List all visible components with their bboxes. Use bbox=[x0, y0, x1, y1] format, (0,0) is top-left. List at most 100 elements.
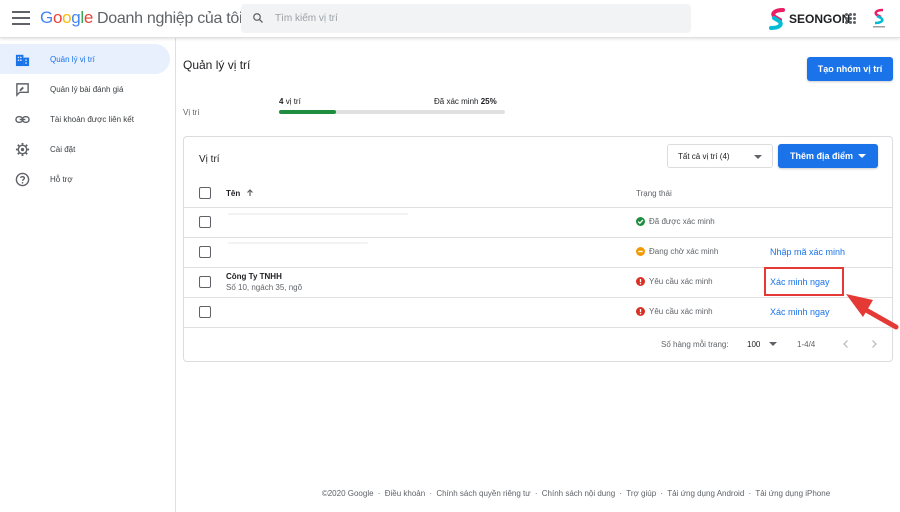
sidebar-item-label: Hỗ trợ bbox=[50, 174, 73, 184]
footer-link-iphone-app[interactable]: Tải ứng dụng iPhone bbox=[755, 489, 830, 498]
footer-separator: · bbox=[748, 489, 752, 498]
add-location-button[interactable]: Thêm địa điểm bbox=[778, 144, 878, 168]
status-label: Đang chờ xác minh bbox=[649, 247, 719, 256]
footer-link-privacy[interactable]: Chính sách quyền riêng tư bbox=[436, 489, 530, 498]
row-checkbox[interactable] bbox=[199, 306, 211, 318]
divider bbox=[184, 297, 892, 298]
search-input[interactable] bbox=[275, 10, 675, 27]
divider bbox=[184, 327, 892, 328]
status-label: Đã được xác minh bbox=[649, 217, 715, 226]
create-location-group-button[interactable]: Tạo nhóm vị trí bbox=[807, 57, 893, 81]
status-verified: Đã được xác minh bbox=[636, 217, 715, 226]
search-bar bbox=[241, 4, 691, 33]
page-title: Quản lý vị trí bbox=[183, 58, 251, 72]
enter-verification-code-link[interactable]: Nhập mã xác minh bbox=[770, 247, 845, 257]
chevron-down-icon bbox=[754, 155, 762, 159]
logo-letter: e bbox=[83, 8, 94, 27]
rows-per-page-value: 100 bbox=[747, 340, 761, 349]
chevron-down-icon bbox=[768, 342, 777, 346]
brand-name: SEONGON bbox=[789, 12, 851, 26]
rows-per-page-select[interactable]: 100 bbox=[747, 340, 777, 349]
apps-grid-icon[interactable] bbox=[845, 13, 856, 24]
sidebar-item-linked-accounts[interactable]: Tài khoản được liên kết bbox=[0, 104, 170, 134]
pending-minus-icon bbox=[636, 247, 645, 256]
row-checkbox[interactable] bbox=[199, 246, 211, 258]
sidebar-item-manage-locations[interactable]: Quản lý vị trí bbox=[0, 44, 170, 74]
footer-link-help[interactable]: Trợ giúp bbox=[626, 489, 656, 498]
logo-letter: G bbox=[40, 8, 53, 27]
logo-letter: o bbox=[62, 8, 72, 27]
help-icon bbox=[15, 172, 30, 187]
status-label: Yêu cầu xác minh bbox=[649, 277, 713, 286]
alert-icon bbox=[636, 307, 645, 316]
footer-link-content-policy[interactable]: Chính sách nội dung bbox=[542, 489, 615, 498]
sidebar-item-label: Tài khoản được liên kết bbox=[50, 114, 134, 124]
row-checkbox[interactable] bbox=[199, 276, 211, 288]
seongon-brand[interactable]: SEONGON bbox=[768, 6, 850, 32]
sidebar-item-label: Quản lý bài đánh giá bbox=[50, 84, 124, 94]
main-menu-icon[interactable] bbox=[12, 11, 30, 25]
add-location-label: Thêm địa điểm bbox=[789, 151, 853, 161]
footer-separator: · bbox=[534, 489, 538, 498]
sidebar-item-settings[interactable]: Cài đặt bbox=[0, 134, 170, 164]
sidebar-item-help[interactable]: Hỗ trợ bbox=[0, 164, 170, 194]
product-name: Doanh nghiệp của tôi bbox=[97, 10, 243, 27]
status-verification-required: Yêu cầu xác minh bbox=[636, 277, 713, 286]
account-avatar[interactable] bbox=[869, 7, 889, 31]
footer-separator: · bbox=[377, 489, 381, 498]
search-icon bbox=[253, 13, 263, 23]
google-my-business-logo[interactable]: Google Doanh nghiệp của tôi bbox=[40, 8, 243, 28]
footer-separator: · bbox=[660, 489, 664, 498]
verify-now-link[interactable]: Xác minh ngay bbox=[770, 307, 830, 317]
pagination-range: 1-4/4 bbox=[797, 340, 816, 349]
location-name[interactable]: Công Ty TNHH bbox=[226, 272, 282, 281]
footer-separator: · bbox=[429, 489, 433, 498]
check-circle-icon bbox=[636, 217, 645, 226]
review-icon bbox=[16, 83, 29, 97]
locations-count-unit: vị trí bbox=[285, 97, 301, 106]
verify-now-link[interactable]: Xác minh ngay bbox=[770, 277, 830, 287]
verified-progress-bar bbox=[279, 110, 505, 114]
status-pending: Đang chờ xác minh bbox=[636, 247, 718, 256]
locations-card: Vị trí Tất cả vị trí (4) Thêm địa điểm T… bbox=[183, 136, 893, 362]
sort-arrow-up-icon bbox=[247, 189, 254, 196]
redacted-name bbox=[228, 213, 408, 215]
seongon-logo-icon bbox=[769, 8, 785, 30]
link-icon bbox=[15, 115, 30, 124]
row-checkbox[interactable] bbox=[199, 216, 211, 228]
footer-link-android-app[interactable]: Tải ứng dụng Android bbox=[667, 489, 744, 498]
previous-page-icon[interactable] bbox=[839, 337, 853, 351]
footer-copyright: ©2020 Google bbox=[321, 489, 374, 498]
column-header-name[interactable]: Tên bbox=[226, 189, 254, 198]
divider bbox=[184, 207, 892, 208]
locations-count: 4 vị trí bbox=[279, 97, 301, 106]
redacted-name bbox=[228, 242, 368, 244]
verified-percent: 25% bbox=[480, 97, 497, 106]
top-app-bar: GoogleDoanh nghiệp của tôi SEONGON bbox=[0, 0, 900, 38]
sidebar-item-manage-reviews[interactable]: Quản lý bài đánh giá bbox=[0, 74, 170, 104]
account-logo-icon bbox=[873, 8, 885, 28]
next-page-icon[interactable] bbox=[867, 337, 881, 351]
sidebar-nav: Quản lý vị trí Quản lý bài đánh giá Tài … bbox=[0, 38, 176, 512]
locations-count-number: 4 bbox=[279, 97, 284, 106]
alert-icon bbox=[636, 277, 645, 286]
column-header-name-label: Tên bbox=[226, 189, 241, 198]
rows-per-page-label: Số hàng mỗi trang: bbox=[661, 340, 729, 349]
sidebar-item-label: Cài đặt bbox=[50, 144, 76, 154]
verified-label: Đã xác minh bbox=[434, 97, 479, 106]
logo-letter: o bbox=[52, 8, 63, 27]
verified-progress-fill bbox=[279, 110, 336, 114]
gear-icon bbox=[15, 142, 30, 157]
divider bbox=[184, 267, 892, 268]
footer-separator: · bbox=[619, 489, 623, 498]
card-title: Vị trí bbox=[199, 154, 220, 165]
annotation-arrow-icon bbox=[846, 294, 899, 330]
main-content: Quản lý vị trí Tạo nhóm vị trí Vị trí 4 … bbox=[176, 38, 900, 512]
divider bbox=[184, 237, 892, 238]
verified-summary: Đã xác minh 25% bbox=[434, 97, 497, 106]
column-header-status: Trạng thái bbox=[636, 189, 672, 198]
location-filter-dropdown[interactable]: Tất cả vị trí (4) bbox=[667, 144, 773, 168]
footer-link-terms[interactable]: Điều khoản bbox=[385, 489, 425, 498]
sidebar-item-label: Quản lý vị trí bbox=[50, 54, 95, 64]
select-all-checkbox[interactable] bbox=[199, 187, 211, 199]
